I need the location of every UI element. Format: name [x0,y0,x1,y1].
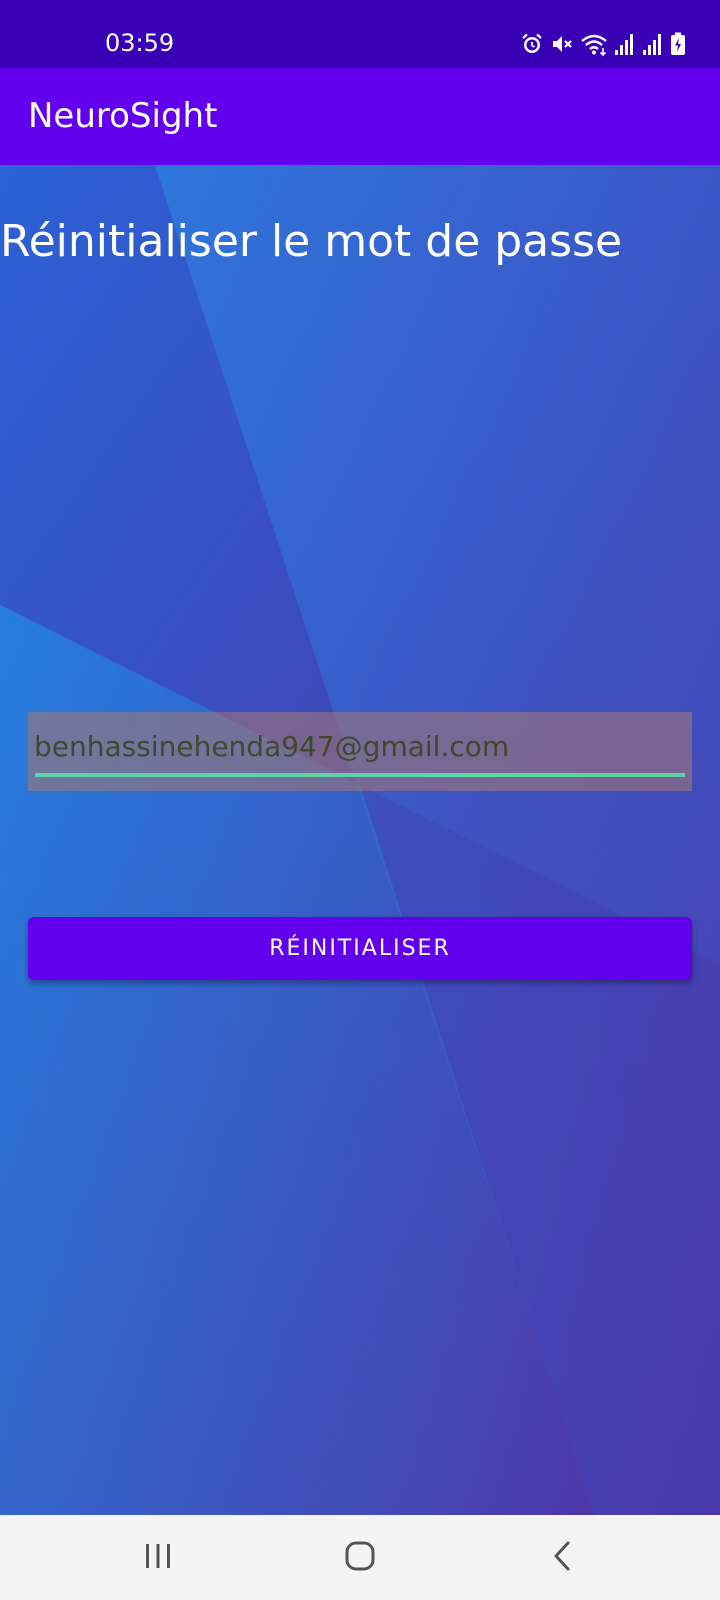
email-field-underline [35,773,685,777]
background-art [0,165,720,1515]
status-bar: 03:59 [0,0,720,68]
recent-apps-button[interactable] [133,1535,183,1581]
status-time: 03:59 [105,29,175,57]
email-input[interactable] [34,722,674,770]
mute-icon [550,32,574,56]
back-button[interactable] [537,1535,587,1581]
reset-button-label: RÉINITIALISER [269,936,451,961]
signal-icon [642,32,664,56]
reset-button[interactable]: RÉINITIALISER [28,917,692,980]
home-icon [344,1540,376,1576]
signal-icon [614,32,636,56]
navigation-bar [0,1515,720,1600]
home-button[interactable] [335,1535,385,1581]
email-field[interactable] [28,712,692,791]
app-title: NeuroSight [28,96,218,136]
back-icon [550,1540,574,1576]
wifi-icon [580,32,608,56]
status-icons [520,30,686,58]
app-bar: NeuroSight [0,68,720,165]
page-title: Réinitialiser le mot de passe [0,216,623,267]
recent-apps-icon [143,1542,173,1574]
alarm-icon [520,32,544,56]
battery-icon [670,32,686,56]
screen: 03:59 NeuroSight Réinitialiser le mot de… [0,0,720,1600]
main-content: Réinitialiser le mot de passe RÉINITIALI… [0,165,720,1515]
